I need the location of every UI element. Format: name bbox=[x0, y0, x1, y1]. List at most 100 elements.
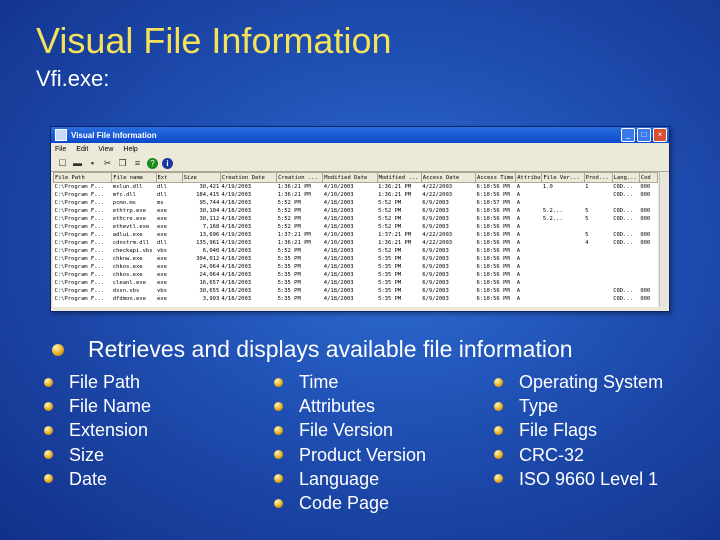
table-cell: 6/9/2003 bbox=[422, 216, 449, 222]
table-row[interactable]: C:\Program F... pcmo.ms ms 95,744 4/18/2003 5… bbox=[54, 199, 658, 207]
column-header[interactable]: Lang... bbox=[611, 172, 640, 183]
help-icon[interactable]: ? bbox=[147, 157, 158, 169]
table-cell: A bbox=[516, 296, 521, 302]
table-cell: 5:52 PM bbox=[277, 224, 301, 230]
column-header[interactable]: Ext bbox=[155, 172, 183, 183]
save-icon[interactable]: ▪ bbox=[87, 158, 98, 169]
table-cell: A bbox=[516, 208, 521, 214]
menu-file[interactable]: File bbox=[55, 146, 66, 153]
file-list[interactable]: File Path File name Ext Size Creation Date Cr… bbox=[53, 172, 658, 307]
table-cell: 6:10:56 PM bbox=[476, 208, 510, 214]
menu-help[interactable]: Help bbox=[123, 146, 137, 153]
open-folder-icon[interactable]: ▬ bbox=[72, 158, 83, 169]
table-cell: dll bbox=[157, 184, 167, 190]
table-cell: 6:10:56 PM bbox=[476, 256, 510, 262]
table-row[interactable]: C:\Program F... cleanl.exe exe 16,657 4/18/2… bbox=[54, 279, 658, 287]
table-cell: chkos.exe bbox=[112, 272, 143, 278]
table-cell: 4/18/2003 bbox=[221, 208, 252, 214]
table-cell: 24,064 bbox=[199, 264, 220, 270]
table-row[interactable]: C:\Program F... cdnstrm.dll dll 135,961 4/19… bbox=[54, 239, 658, 247]
bullet-icon bbox=[494, 377, 503, 387]
table-cell: exe bbox=[157, 216, 167, 222]
table-cell: 30,104 bbox=[199, 208, 220, 214]
copy-list-icon[interactable]: ≡ bbox=[132, 158, 143, 169]
list-item: Time bbox=[274, 370, 426, 394]
table-cell: C:\Program F... bbox=[54, 280, 105, 286]
table-cell bbox=[612, 247, 639, 255]
table-row[interactable]: C:\Program F... checkapi.vbs vbs 6,040 4/18/… bbox=[54, 247, 658, 255]
table-cell: 6:10:56 PM bbox=[476, 280, 510, 286]
table-cell: 4/18/2003 bbox=[323, 288, 354, 294]
table-row[interactable]: C:\Program F... ethcre.exe exe 30,112 4/18/2… bbox=[54, 215, 658, 223]
table-cell: C:\Program F... bbox=[54, 264, 105, 270]
column-header[interactable]: Creation ... bbox=[276, 172, 324, 183]
table-cell: A bbox=[516, 184, 521, 190]
table-cell bbox=[584, 295, 612, 303]
list-item-text: Time bbox=[299, 372, 339, 392]
vertical-scrollbar[interactable] bbox=[659, 172, 668, 307]
table-row[interactable]: C:\Program F... chkos.exe exe 24,064 4/18/20… bbox=[54, 263, 658, 271]
menu-view[interactable]: View bbox=[98, 146, 113, 153]
toolbar: ☐ ▬ ▪ ✂ ❐ ≡ ? i bbox=[51, 155, 669, 172]
checkbox-icon[interactable]: ☐ bbox=[57, 158, 68, 169]
table-row[interactable]: C:\Program F... mslun.dll dll 30,421 4/19/20… bbox=[54, 183, 658, 192]
maximize-button[interactable]: □ bbox=[637, 128, 651, 142]
menu-edit[interactable]: Edit bbox=[76, 146, 88, 153]
minimize-button[interactable]: _ bbox=[621, 128, 635, 142]
table-cell: C0D... bbox=[613, 288, 634, 294]
table-row[interactable]: C:\Program F... dssn.vbs vbs 30,655 4/18/200… bbox=[54, 287, 658, 295]
table-row[interactable]: C:\Program F... ethtrp.exe exe 30,104 4/18/2… bbox=[54, 207, 658, 215]
table-cell: 4/18/2003 bbox=[323, 296, 354, 302]
table-cell: 4/18/2003 bbox=[221, 200, 252, 206]
table-cell: C:\Program F... bbox=[54, 248, 105, 254]
cut-icon[interactable]: ✂ bbox=[102, 158, 113, 169]
table-cell: exe bbox=[157, 272, 167, 278]
column-header[interactable]: Access Time bbox=[475, 172, 517, 183]
table-cell bbox=[639, 223, 657, 231]
table-cell: 5:35 PM bbox=[277, 280, 301, 286]
info-icon[interactable]: i bbox=[162, 157, 173, 169]
column-header[interactable]: Prod... bbox=[583, 172, 613, 183]
table-cell bbox=[584, 191, 612, 199]
table-cell: 5:35 PM bbox=[277, 296, 301, 302]
table-cell bbox=[612, 199, 639, 207]
copy-icon[interactable]: ❐ bbox=[117, 158, 128, 169]
table-row[interactable]: C:\Program F... dfdmon.exe exe 3,993 4/18/20… bbox=[54, 295, 658, 303]
list-item-text: Extension bbox=[69, 420, 149, 441]
table-cell: 4/10/2003 bbox=[323, 240, 354, 246]
table-cell bbox=[542, 263, 584, 271]
close-button[interactable]: × bbox=[653, 128, 667, 142]
column-header[interactable]: File Ver... bbox=[541, 172, 585, 183]
table-row[interactable]: C:\Program F... ethevtl.exe exe 7,168 4/18/2… bbox=[54, 223, 658, 231]
table-row[interactable]: C:\Program F... chknw.exe exe 304,012 4/18/2… bbox=[54, 255, 658, 263]
table-cell: 6:10:56 PM bbox=[476, 192, 510, 198]
table-cell: 5 bbox=[585, 208, 589, 214]
column-header[interactable]: Modified Date bbox=[322, 172, 378, 183]
table-cell: 6/9/2003 bbox=[422, 256, 449, 262]
column-header[interactable]: Creation Date bbox=[219, 172, 278, 183]
table-cell: A bbox=[516, 256, 521, 262]
table-row[interactable]: C:\Program F... chkos.exe exe 24,064 4/18/20… bbox=[54, 271, 658, 279]
table-cell: dll bbox=[157, 240, 167, 246]
column-header[interactable]: Access Date bbox=[420, 172, 477, 183]
table-cell: pcmo.ms bbox=[112, 200, 136, 206]
list-item-text: File Path bbox=[69, 372, 141, 392]
table-cell bbox=[584, 263, 612, 271]
table-cell: 4 bbox=[585, 240, 589, 246]
window-title: Visual File Information bbox=[71, 130, 157, 140]
column-header[interactable]: Size bbox=[181, 172, 221, 183]
column-header[interactable]: Modified ... bbox=[376, 172, 422, 183]
column-header[interactable]: File Path bbox=[53, 172, 113, 183]
column-header[interactable]: Attributes bbox=[515, 172, 543, 183]
table-cell: 4/10/2003 bbox=[323, 232, 354, 238]
table-row[interactable]: C:\Program F... adlui.exe exe 13,696 4/19/20… bbox=[54, 231, 658, 239]
table-cell: C0D... bbox=[613, 208, 634, 214]
table-cell: ethevtl.exe bbox=[112, 224, 150, 230]
window-titlebar[interactable]: Visual File Information _ □ × bbox=[51, 127, 669, 143]
table-cell: 4/22/2003 bbox=[422, 184, 453, 190]
column-header[interactable]: File name bbox=[111, 172, 157, 183]
column-header[interactable]: Cod bbox=[638, 172, 658, 183]
table-row[interactable]: C:\Program F... mfc.dll dll 184,415 4/19/200… bbox=[54, 191, 658, 199]
table-cell bbox=[584, 279, 612, 287]
table-cell: dfdmon.exe bbox=[112, 296, 146, 302]
